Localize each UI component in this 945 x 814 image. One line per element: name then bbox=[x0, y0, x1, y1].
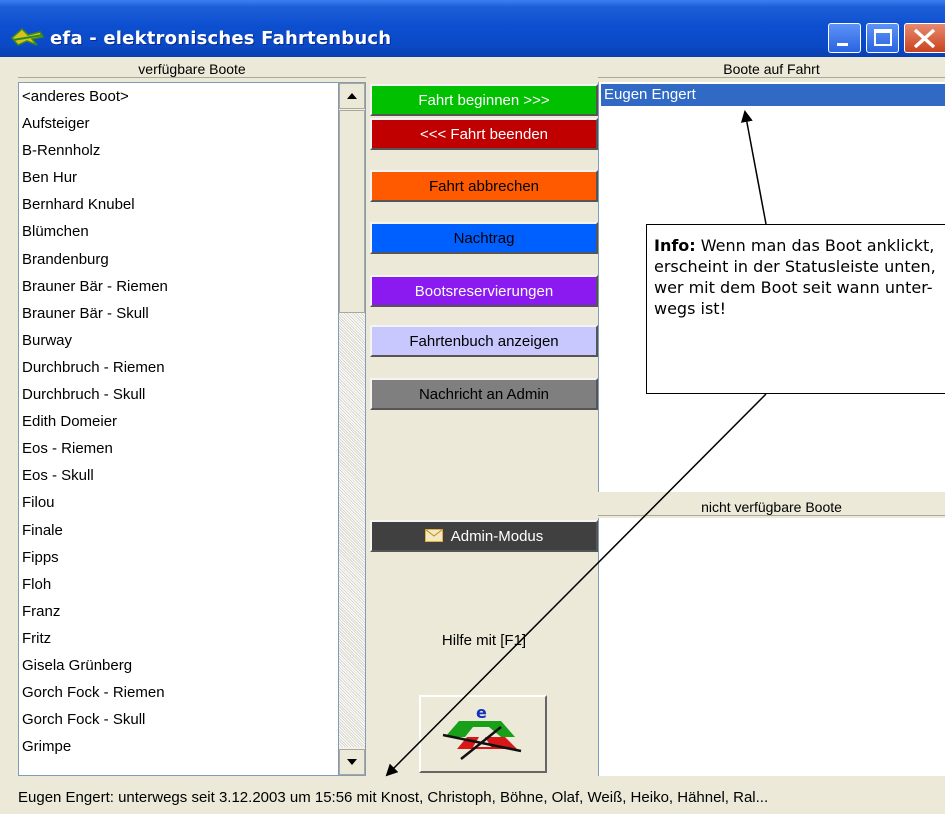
minimize-icon bbox=[837, 43, 848, 46]
list-item[interactable]: Brandenburg bbox=[19, 246, 338, 273]
unavailable-boats-list[interactable] bbox=[598, 518, 945, 776]
list-item[interactable]: Aufsteiger bbox=[19, 110, 338, 137]
list-item[interactable]: Durchbruch - Skull bbox=[19, 381, 338, 408]
info-label: Info: bbox=[654, 236, 696, 255]
show-logbook-button[interactable]: Fahrtenbuch anzeigen bbox=[370, 325, 598, 357]
minimize-button[interactable] bbox=[828, 23, 861, 53]
list-item[interactable]: Ben Hur bbox=[19, 164, 338, 191]
list-item[interactable]: Eos - Riemen bbox=[19, 435, 338, 462]
boats-on-trip-header: Boote auf Fahrt bbox=[598, 61, 945, 78]
admin-mode-button[interactable]: Admin-Modus bbox=[370, 520, 598, 552]
arrow-down-icon bbox=[347, 759, 357, 765]
message-admin-button[interactable]: Nachricht an Admin bbox=[370, 378, 598, 410]
efa-app-icon bbox=[10, 27, 45, 46]
available-boats-header: verfügbare Boote bbox=[18, 61, 366, 78]
list-item[interactable]: Brauner Bär - Riemen bbox=[19, 273, 338, 300]
abort-trip-button[interactable]: Fahrt abbrechen bbox=[370, 170, 598, 202]
title-bar: efa - elektronisches Fahrtenbuch bbox=[0, 0, 945, 57]
maximize-icon bbox=[874, 29, 892, 46]
info-callout: Info: Wenn man das Boot anklickt, ersche… bbox=[646, 224, 945, 394]
list-item[interactable]: Finale bbox=[19, 517, 338, 544]
status-bar: Eugen Engert: unterwegs seit 3.12.2003 u… bbox=[18, 786, 945, 810]
maximize-button[interactable] bbox=[866, 23, 899, 53]
list-item[interactable]: Gorch Fock - Riemen bbox=[19, 679, 338, 706]
logo-letter: e bbox=[476, 703, 487, 722]
list-item[interactable]: Filou bbox=[19, 489, 338, 516]
list-item-selected[interactable]: Eugen Engert bbox=[601, 84, 945, 106]
supplement-button[interactable]: Nachtrag bbox=[370, 222, 598, 254]
available-boats-list[interactable]: <anderes Boot> Aufsteiger B-Rennholz Ben Hu… bbox=[18, 82, 338, 776]
list-item[interactable]: Fipps bbox=[19, 544, 338, 571]
info-text: Wenn man das Boot anklickt, erscheint in… bbox=[654, 236, 936, 318]
list-item[interactable]: Floh bbox=[19, 571, 338, 598]
efa-logo-icon: e bbox=[442, 703, 522, 760]
scroll-up-button[interactable] bbox=[339, 83, 365, 109]
unavailable-boats-header: nicht verfügbare Boote bbox=[598, 499, 945, 516]
scroll-thumb[interactable] bbox=[339, 110, 365, 313]
scroll-track[interactable] bbox=[339, 313, 365, 747]
list-item[interactable]: Grimpe bbox=[19, 733, 338, 760]
window-title: efa - elektronisches Fahrtenbuch bbox=[50, 28, 392, 49]
close-icon bbox=[913, 28, 936, 49]
admin-mode-label: Admin-Modus bbox=[450, 528, 544, 545]
list-item[interactable]: B-Rennholz bbox=[19, 137, 338, 164]
envelope-icon bbox=[424, 529, 443, 542]
list-item[interactable]: Eos - Skull bbox=[19, 462, 338, 489]
available-boats-scrollbar[interactable] bbox=[338, 82, 366, 776]
close-button[interactable] bbox=[904, 23, 945, 53]
start-trip-button[interactable]: Fahrt beginnen >>> bbox=[370, 84, 598, 116]
list-item[interactable]: Bernhard Knubel bbox=[19, 191, 338, 218]
list-item[interactable]: Brauner Bär - Skull bbox=[19, 300, 338, 327]
reservations-button[interactable]: Bootsreservierungen bbox=[370, 275, 598, 307]
list-item[interactable]: Durchbruch - Riemen bbox=[19, 354, 338, 381]
list-item[interactable]: Burway bbox=[19, 327, 338, 354]
list-item[interactable]: Fritz bbox=[19, 625, 338, 652]
arrow-up-icon bbox=[347, 93, 357, 99]
efa-logo-button[interactable]: e bbox=[419, 695, 547, 773]
end-trip-button[interactable]: <<< Fahrt beenden bbox=[370, 118, 598, 150]
list-item[interactable]: <anderes Boot> bbox=[19, 83, 338, 110]
list-item[interactable]: Gisela Grünberg bbox=[19, 652, 338, 679]
list-item[interactable]: Blümchen bbox=[19, 218, 338, 245]
scroll-down-button[interactable] bbox=[339, 749, 365, 775]
help-text: Hilfe mit [F1] bbox=[441, 632, 527, 649]
list-item[interactable]: Gorch Fock - Skull bbox=[19, 706, 338, 733]
list-item[interactable]: Edith Domeier bbox=[19, 408, 338, 435]
list-item[interactable]: Franz bbox=[19, 598, 338, 625]
